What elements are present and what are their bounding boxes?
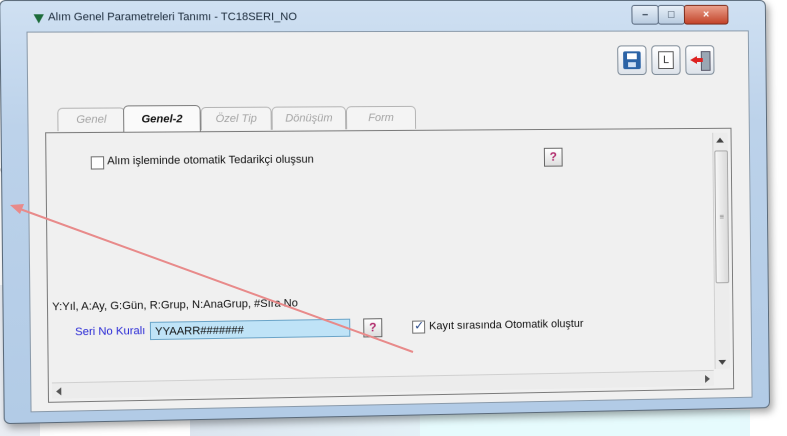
client-area: L Genel Genel-2 Özel Tip Dönüşüm Form Al… bbox=[26, 30, 753, 413]
scroll-down-icon[interactable] bbox=[718, 359, 727, 365]
scroll-up-icon[interactable] bbox=[716, 137, 724, 143]
close-button[interactable]: × bbox=[683, 4, 729, 25]
scroll-right-icon[interactable] bbox=[705, 374, 710, 383]
save-button[interactable] bbox=[617, 45, 647, 76]
maximize-button[interactable]: □ bbox=[657, 4, 685, 25]
help-button-serial[interactable]: ? bbox=[363, 318, 383, 338]
serial-rule-label: Seri No Kuralı bbox=[75, 324, 146, 339]
close-icon: × bbox=[703, 8, 710, 21]
l-icon: L bbox=[658, 51, 674, 70]
check-icon: ✓ bbox=[414, 318, 425, 333]
serial-rule-input[interactable]: YYAARR####### bbox=[149, 318, 351, 341]
auto-on-save-label: Kayıt sırasında Otomatik oluştur bbox=[429, 317, 584, 333]
auto-on-save-checkbox[interactable]: ✓ bbox=[412, 318, 426, 334]
vertical-scrollbar[interactable]: ≡ bbox=[712, 132, 731, 369]
auto-supplier-checkbox[interactable] bbox=[90, 156, 105, 170]
background-highlight bbox=[420, 412, 740, 436]
vertical-scroll-thumb[interactable]: ≡ bbox=[714, 150, 730, 284]
help-button-supplier[interactable]: ? bbox=[543, 147, 563, 167]
title-bar[interactable]: Alım Genel Parametreleri Tanımı - TC18SE… bbox=[0, 1, 765, 34]
serial-format-legend: Y:Yıl, A:Ay, G:Gün, R:Grup, N:AnaGrup, #… bbox=[52, 297, 298, 314]
tab-donusum[interactable]: Dönüşüm bbox=[271, 106, 347, 130]
dialog-window: Alım Genel Parametreleri Tanımı - TC18SE… bbox=[0, 0, 770, 425]
tab-ozel-tip[interactable]: Özel Tip bbox=[200, 106, 272, 131]
window-frame: Alım Genel Parametreleri Tanımı - TC18SE… bbox=[0, 0, 770, 425]
tab-form[interactable]: Form bbox=[345, 105, 417, 130]
app-logo-icon bbox=[33, 14, 44, 24]
tab-genel-2[interactable]: Genel-2 bbox=[123, 105, 201, 133]
tab-genel[interactable]: Genel bbox=[57, 107, 126, 132]
save-icon bbox=[623, 51, 641, 70]
maximize-icon: □ bbox=[668, 8, 675, 21]
scroll-left-icon[interactable] bbox=[56, 387, 62, 396]
exit-button[interactable] bbox=[685, 45, 715, 75]
l-button[interactable]: L bbox=[651, 45, 681, 75]
tab-panel: Alım işleminde otomatik Tedarikçi oluşsu… bbox=[45, 127, 735, 403]
minimize-button[interactable]: – bbox=[631, 4, 659, 25]
exit-door-icon bbox=[690, 51, 711, 71]
minimize-icon: – bbox=[642, 8, 649, 21]
grip-icon: ≡ bbox=[719, 212, 725, 222]
horizontal-scrollbar[interactable] bbox=[51, 369, 714, 399]
auto-supplier-label: Alım işleminde otomatik Tedarikçi oluşsu… bbox=[107, 153, 314, 168]
window-title: Alım Genel Parametreleri Tanımı - TC18SE… bbox=[47, 11, 297, 24]
